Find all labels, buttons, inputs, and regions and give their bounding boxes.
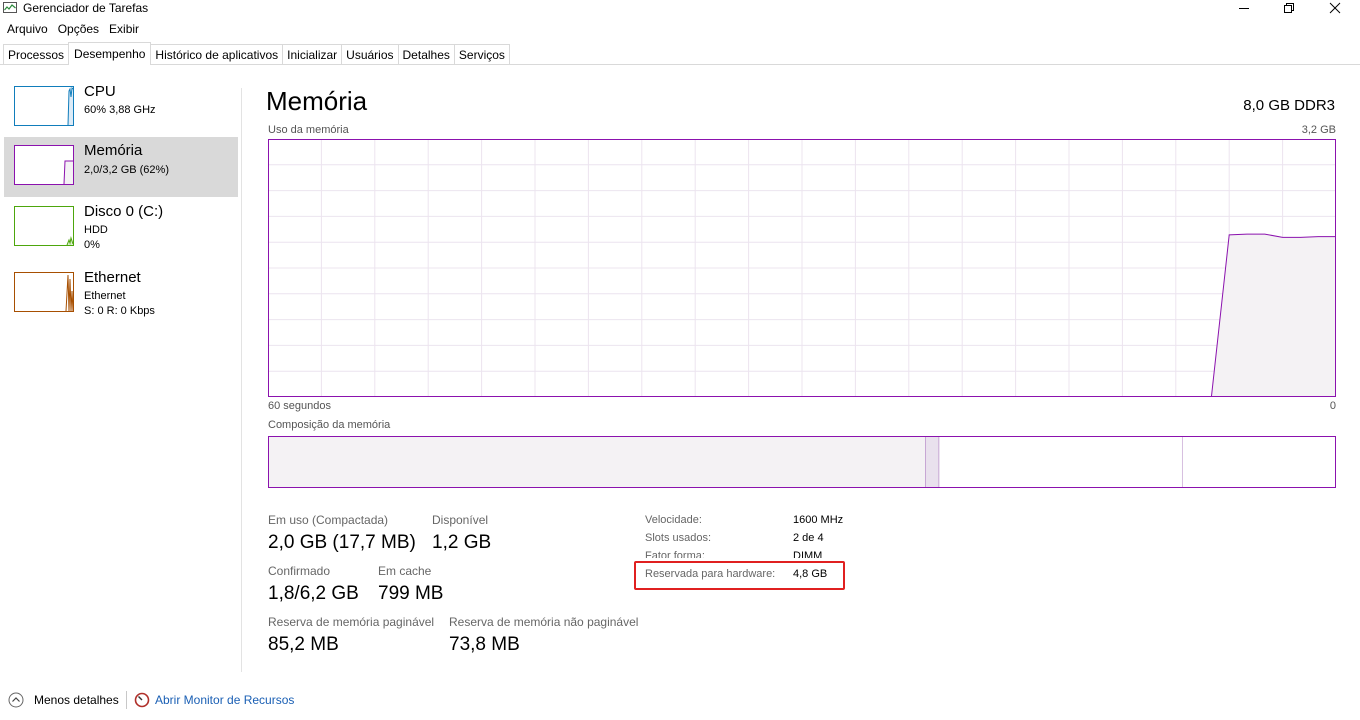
fewer-details-button[interactable]: Menos detalhes xyxy=(34,693,119,707)
tab-users[interactable]: Usuários xyxy=(341,44,399,65)
sidebar-item-detail: 0% xyxy=(84,239,100,251)
stat-nonpaged-pool-label: Reserva de memória não paginável xyxy=(449,615,639,629)
sidebar-item-name: Ethernet xyxy=(84,269,141,286)
window-title: Gerenciador de Tarefas xyxy=(23,1,149,15)
composition-label: Composição da memória xyxy=(268,419,391,431)
tab-services[interactable]: Serviços xyxy=(453,44,510,65)
close-button[interactable] xyxy=(1312,0,1358,16)
memory-usage-graph xyxy=(268,139,1336,397)
memory-thumbnail-graph xyxy=(14,145,74,185)
sidebar-item-memory[interactable]: Memória 2,0/3,2 GB (62%) xyxy=(4,137,238,197)
page-title: Memória xyxy=(266,86,368,116)
cpu-thumbnail-graph xyxy=(14,86,74,126)
open-resource-monitor-link[interactable]: Abrir Monitor de Recursos xyxy=(155,693,294,707)
stat-committed-label: Confirmado xyxy=(268,564,331,578)
spec-slots-value: 2 de 4 xyxy=(793,532,824,544)
tab-strip: Processos Desempenho Histórico de aplica… xyxy=(3,42,510,65)
minimize-button[interactable] xyxy=(1221,0,1267,16)
spec-speed-label: Velocidade: xyxy=(645,514,702,526)
stat-nonpaged-pool-value: 73,8 MB xyxy=(449,634,520,655)
sidebar-item-name: Disco 0 (C:) xyxy=(84,203,164,220)
graph-time-right: 0 xyxy=(1329,400,1336,412)
sidebar-item-name: CPU xyxy=(84,83,116,100)
chevron-up-icon[interactable] xyxy=(8,692,24,708)
spec-hardware-reserved-label: Reservada para hardware: xyxy=(645,568,776,580)
stat-available-value: 1,2 GB xyxy=(432,532,492,553)
sidebar-item-name: Memória xyxy=(84,142,143,159)
spec-form-factor-label: Fator forma: xyxy=(645,550,705,558)
sidebar-item-disk[interactable]: Disco 0 (C:) HDD 0% xyxy=(4,198,238,258)
close-icon xyxy=(1329,2,1341,14)
graph-grid xyxy=(268,139,1336,397)
tab-divider xyxy=(0,64,1360,65)
sidebar-item-detail: 60% 3,88 GHz xyxy=(84,104,156,116)
usage-graph-max: 3,2 GB xyxy=(1301,124,1336,136)
menu-view[interactable]: Exibir xyxy=(109,20,139,40)
sidebar-item-detail: S: 0 R: 0 Kbps xyxy=(84,305,155,317)
graph-time-left: 60 segundos xyxy=(268,400,331,412)
sidebar-item-detail: 2,0/3,2 GB (62%) xyxy=(84,164,169,176)
restore-icon xyxy=(1284,3,1294,13)
menu-file[interactable]: Arquivo xyxy=(7,20,48,40)
spec-slots-label: Slots usados: xyxy=(645,532,712,544)
restore-button[interactable] xyxy=(1266,0,1312,16)
tab-details[interactable]: Detalhes xyxy=(397,44,455,65)
sidebar-divider xyxy=(241,88,242,672)
tab-startup[interactable]: Inicializar xyxy=(282,44,343,65)
task-manager-icon xyxy=(3,2,17,13)
spec-form-factor-value: DIMM xyxy=(793,550,823,558)
stat-paged-pool-value: 85,2 MB xyxy=(268,634,339,655)
sidebar-item-detail: Ethernet xyxy=(84,290,126,302)
resource-monitor-icon[interactable] xyxy=(134,692,150,708)
footer-separator xyxy=(126,691,127,709)
sidebar-item-cpu[interactable]: CPU 60% 3,88 GHz xyxy=(4,78,238,138)
stat-cached-value: 799 MB xyxy=(378,583,444,604)
composition-segment-in-use xyxy=(268,436,926,488)
disk-thumbnail-graph xyxy=(14,206,74,246)
spec-speed-value: 1600 MHz xyxy=(793,514,844,526)
stat-available-label: Disponível xyxy=(432,513,489,527)
ethernet-thumbnail-graph xyxy=(14,272,74,312)
tab-app-history[interactable]: Histórico de aplicativos xyxy=(150,44,284,65)
menu-bar: Arquivo Opções Exibir xyxy=(0,20,142,40)
stat-in-use-value: 2,0 GB (17,7 MB) xyxy=(268,532,416,553)
minimize-icon xyxy=(1239,8,1249,9)
stat-in-use-label: Em uso (Compactada) xyxy=(268,513,389,527)
spec-hardware-reserved-value: 4,8 GB xyxy=(793,568,828,580)
usage-graph-label: Uso da memória xyxy=(268,124,349,136)
stat-cached-label: Em cache xyxy=(378,564,432,578)
sidebar-item-ethernet[interactable]: Ethernet Ethernet S: 0 R: 0 Kbps xyxy=(4,264,238,324)
memory-capacity: 8,0 GB DDR3 xyxy=(1243,97,1335,114)
memory-usage-area xyxy=(1211,234,1336,397)
stat-paged-pool-label: Reserva de memória paginável xyxy=(268,615,435,629)
menu-options[interactable]: Opções xyxy=(58,20,99,40)
title-bar: Gerenciador de Tarefas xyxy=(0,0,1360,18)
stat-committed-value: 1,8/6,2 GB xyxy=(268,583,359,604)
tab-performance[interactable]: Desempenho xyxy=(68,42,152,65)
tab-processes[interactable]: Processos xyxy=(3,44,70,65)
composition-segment-modified xyxy=(925,436,939,488)
memory-composition-bar xyxy=(268,436,1336,488)
sidebar-item-detail: HDD xyxy=(84,224,108,236)
